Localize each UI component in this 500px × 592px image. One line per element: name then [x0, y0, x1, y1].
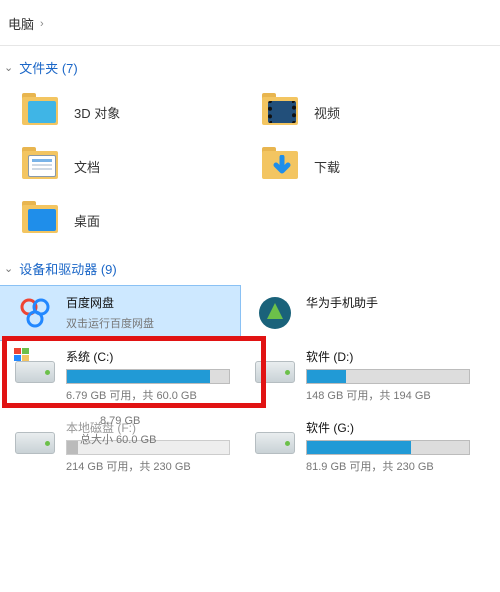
huawei-icon	[254, 294, 296, 332]
breadcrumb-label: 电脑	[8, 14, 34, 33]
section-header-drives[interactable]: ⌄ 设备和驱动器 (9)	[0, 253, 500, 282]
chevron-down-icon: ⌄	[4, 262, 13, 275]
app-title: 百度网盘	[66, 294, 230, 311]
folder-desktop[interactable]: 桌面	[0, 193, 240, 247]
section-title: 设备和驱动器 (9)	[19, 259, 117, 278]
folder-icon	[260, 91, 302, 133]
folder-downloads[interactable]: 下载	[240, 139, 480, 193]
app-subtitle: 双击运行百度网盘	[66, 315, 230, 331]
folder-label: 视频	[314, 103, 340, 122]
drive-info-text: 148 GB 可用，共 194 GB	[306, 387, 470, 403]
breadcrumb[interactable]: 电脑 ›	[0, 0, 500, 45]
folders-grid: 3D 对象 视频 文档 下载 桌面	[0, 81, 500, 247]
folder-videos[interactable]: 视频	[240, 85, 480, 139]
usage-bar	[306, 369, 470, 384]
folder-icon	[20, 199, 62, 241]
drive-info-text: 6.79 GB 可用，共 60.0 GB	[66, 387, 230, 403]
chevron-right-icon: ›	[40, 18, 44, 30]
drive-title: 系统 (C:)	[66, 348, 230, 365]
section-header-folders[interactable]: ⌄ 文件夹 (7)	[0, 52, 500, 81]
app-title: 华为手机助手	[306, 294, 470, 311]
usage-bar	[66, 369, 230, 384]
drive-title: 软件 (D:)	[306, 348, 470, 365]
drive-icon	[14, 419, 56, 457]
drives-grid: 百度网盘 双击运行百度网盘 华为手机助手 系统 (C:) 6.79 GB 可用，…	[0, 282, 500, 482]
drive-icon	[254, 419, 296, 457]
drive-title: 软件 (G:)	[306, 419, 470, 436]
usage-bar	[306, 440, 470, 455]
section-title: 文件夹 (7)	[19, 58, 78, 77]
folder-icon	[20, 145, 62, 187]
baidu-icon	[14, 294, 56, 332]
folder-icon	[260, 145, 302, 187]
folder-label: 下载	[314, 157, 340, 176]
drive-info-text: 214 GB 可用，共 230 GB	[66, 458, 230, 474]
drive-info-text: 81.9 GB 可用，共 230 GB	[306, 458, 470, 474]
folder-icon	[20, 91, 62, 133]
drive-f[interactable]: 本地磁盘 (F:) 214 GB 可用，共 230 GB 8.79 GB 总大小…	[0, 411, 240, 482]
folder-3d-objects[interactable]: 3D 对象	[0, 85, 240, 139]
folder-documents[interactable]: 文档	[0, 139, 240, 193]
drive-d[interactable]: 软件 (D:) 148 GB 可用，共 194 GB	[240, 340, 480, 411]
app-baidu-netdisk[interactable]: 百度网盘 双击运行百度网盘	[0, 286, 240, 340]
folder-label: 3D 对象	[74, 103, 120, 122]
divider	[0, 45, 500, 46]
chevron-down-icon: ⌄	[4, 61, 13, 74]
drive-icon	[254, 348, 296, 386]
drive-c[interactable]: 系统 (C:) 6.79 GB 可用，共 60.0 GB	[0, 340, 240, 411]
tooltip-line: 总大小 60.0 GB	[80, 431, 156, 447]
drive-g[interactable]: 软件 (G:) 81.9 GB 可用，共 230 GB	[240, 411, 480, 482]
tooltip-line: 8.79 GB	[100, 415, 140, 427]
folder-label: 桌面	[74, 211, 100, 230]
folder-label: 文档	[74, 157, 100, 176]
drive-icon	[14, 348, 56, 386]
app-huawei-assistant[interactable]: 华为手机助手	[240, 286, 480, 340]
